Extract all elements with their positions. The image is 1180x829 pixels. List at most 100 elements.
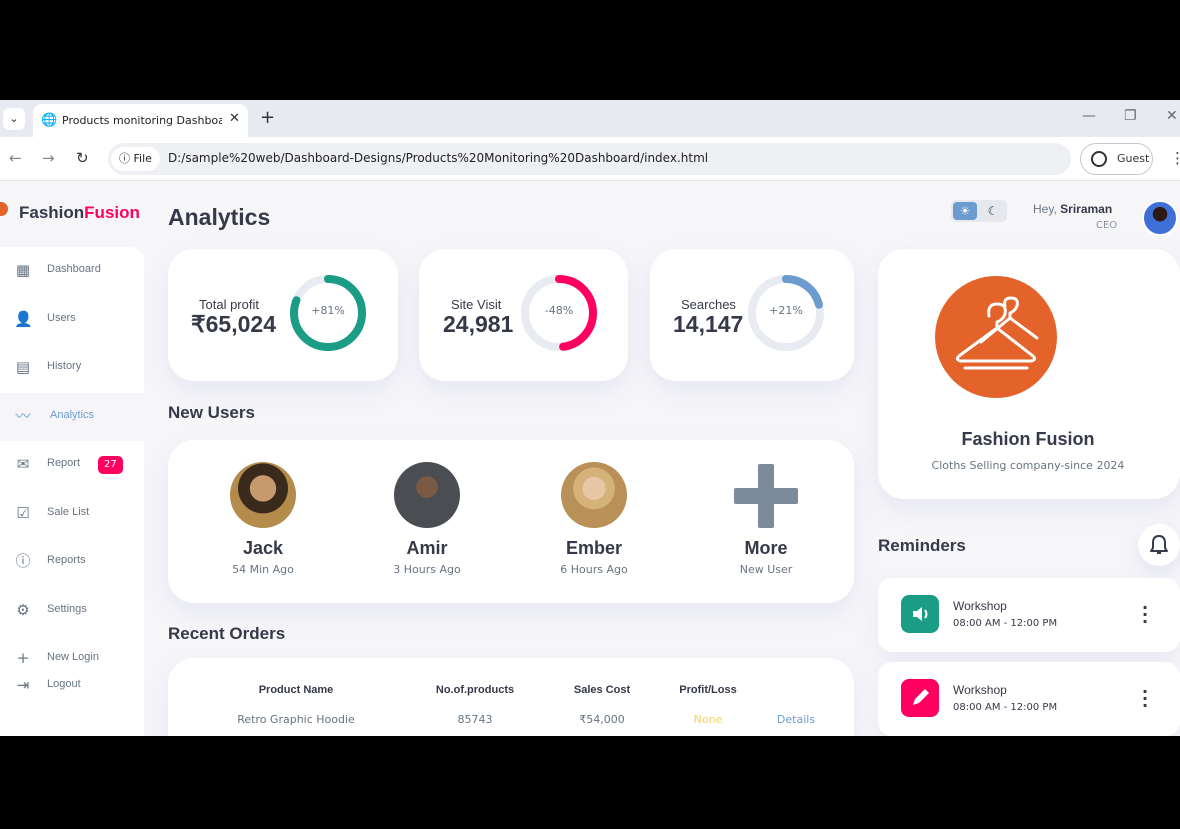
reminder-item[interactable]: Workshop 08:00 AM - 12:00 PM · · · [878,662,1180,736]
sidebar-item-history[interactable]: ▤ History [0,344,144,392]
stat-card-searches: Searches 14,147 +21% [650,249,854,381]
omnibox[interactable]: ⓘ File D:/sample%20web/Dashboard-Designs… [108,143,1071,175]
cell-cost: ₹54,000 [579,713,625,726]
back-button[interactable]: ← [9,149,22,167]
greeting: Hey, Sriraman [1033,202,1112,216]
user-name: Sriraman [1060,202,1113,216]
sidebar-item-settings[interactable]: ⚙ Settings [0,587,144,635]
progress-ring: -48% [519,273,599,353]
light-mode-icon[interactable]: ☀ [953,202,977,220]
reload-button[interactable]: ↻ [76,149,89,167]
theme-toggle[interactable]: ☀ ☾ [951,200,1007,222]
brand-name-part1: Fashion [19,203,85,222]
sidebar-item-label: Settings [47,603,87,615]
recent-orders-title: Recent Orders [168,624,286,643]
ring-percent: -48% [544,304,574,317]
file-label: File [133,152,152,165]
user-name: More [744,538,788,558]
sidebar-item-label: History [47,360,82,372]
new-tab-button[interactable]: + [260,107,275,128]
cell-count: 85743 [457,713,493,726]
reminder-time: 08:00 AM - 12:00 PM [953,702,1058,713]
logout-icon: ⇥ [16,676,30,694]
account-icon [1091,151,1107,167]
site-info-chip[interactable]: ⓘ File [111,147,160,171]
details-link[interactable]: Details [746,713,846,726]
insights-icon: 〰 [15,407,31,425]
column-header-count: No.of.products [435,684,515,696]
more-options-icon[interactable]: · · · [1140,600,1150,630]
user-joined-time: 3 Hours Ago [393,563,461,576]
reminder-time: 08:00 AM - 12:00 PM [953,618,1058,629]
reminder-item[interactable]: Workshop 08:00 AM - 12:00 PM · · · [878,578,1180,652]
volume-icon [901,595,939,633]
page-title: Analytics [168,204,271,230]
new-users-title: New Users [168,403,255,422]
avatar [561,462,627,528]
reminder-title: Workshop [953,683,1007,697]
tab-bar: ⌄ 🌐 Products monitoring Dashboard ✕ + — … [0,100,1180,137]
more-options-icon[interactable]: · · · [1140,684,1150,714]
notification-bell-button[interactable] [1138,524,1180,566]
sidebar-item-label: Reports [47,554,86,566]
sidebar-item-analytics[interactable]: 〰 Analytics [0,393,144,441]
tab-search-button[interactable]: ⌄ [3,108,25,130]
tab-title: Products monitoring Dashboard [62,114,222,127]
dashboard-icon: ▦ [15,261,31,279]
brand-name-part2: Fusion [84,203,140,222]
globe-icon: 🌐 [41,113,58,128]
sidebar-item-users[interactable]: 👤 Users [0,296,144,344]
brand-logo-text[interactable]: FashionFusion [19,203,140,223]
column-header-cost: Sales Cost [573,684,631,696]
url-text[interactable]: D:/sample%20web/Dashboard-Designs/Produc… [168,151,708,165]
company-tagline: Cloths Selling company-since 2024 [931,459,1125,472]
sidebar-item-logout[interactable]: ⇥ Logout [0,662,144,710]
restore-button[interactable]: ❐ [1124,108,1137,124]
stat-value: ₹65,024 [191,311,276,337]
report-count-badge: 27 [98,456,123,474]
stat-label: Site Visit [451,297,502,312]
sidebar-item-reports[interactable]: ⓘ Reports [0,538,144,586]
forward-button[interactable]: → [42,149,55,167]
profile-avatar[interactable] [1142,200,1178,236]
user-joined-time: 6 Hours Ago [560,563,628,576]
user-name: Jack [242,538,284,558]
avatar [230,462,296,528]
user-joined-time: 54 Min Ago [232,563,294,576]
browser-window: ⌄ 🌐 Products monitoring Dashboard ✕ + — … [0,100,1180,736]
profile-button[interactable]: Guest [1080,143,1153,175]
edit-icon [901,679,939,717]
sidebar-item-dashboard[interactable]: ▦ Dashboard [0,247,144,295]
progress-ring: +21% [746,273,826,353]
user-role: CEO [1096,220,1118,231]
stat-value: 14,147 [673,311,744,337]
cell-product: Retro Graphic Hoodie [237,713,355,726]
sidebar-item-label: Users [47,312,76,324]
browser-tab[interactable]: 🌐 Products monitoring Dashboard ✕ [33,104,248,137]
hanger-logo [935,276,1057,398]
person-icon: 👤 [14,310,33,328]
reminders-title: Reminders [878,536,966,555]
sidebar-item-label: Sale List [47,506,90,518]
add-user-icon[interactable] [704,462,828,528]
column-header-product: Product Name [258,684,334,696]
sidebar-item-label: Report [47,457,81,469]
progress-ring: +81% [288,273,368,353]
user-joined-time: New User [739,563,793,576]
stat-card-profit: Total profit ₹65,024 +81% [168,249,398,381]
close-tab-icon[interactable]: ✕ [229,111,240,126]
sidebar-item-report[interactable]: ✉ Report 27 [0,441,144,489]
hanger-icon [955,296,1039,370]
browser-menu-icon[interactable]: ⋮ [1170,149,1180,167]
receipt-icon: ▤ [15,358,31,376]
profile-label: Guest [1117,152,1150,165]
sidebar-item-label: Analytics [50,409,95,421]
minimize-button[interactable]: — [1082,108,1096,124]
sidebar-item-sale-list[interactable]: ☑ Sale List [0,490,144,538]
close-window-button[interactable]: ✕ [1166,108,1178,124]
dark-mode-icon[interactable]: ☾ [983,202,1003,220]
ring-percent: +21% [769,304,803,317]
ring-percent: +81% [311,304,345,317]
reminder-title: Workshop [953,599,1007,613]
recent-orders-table: Product Name No.of.products Sales Cost P… [168,658,854,736]
